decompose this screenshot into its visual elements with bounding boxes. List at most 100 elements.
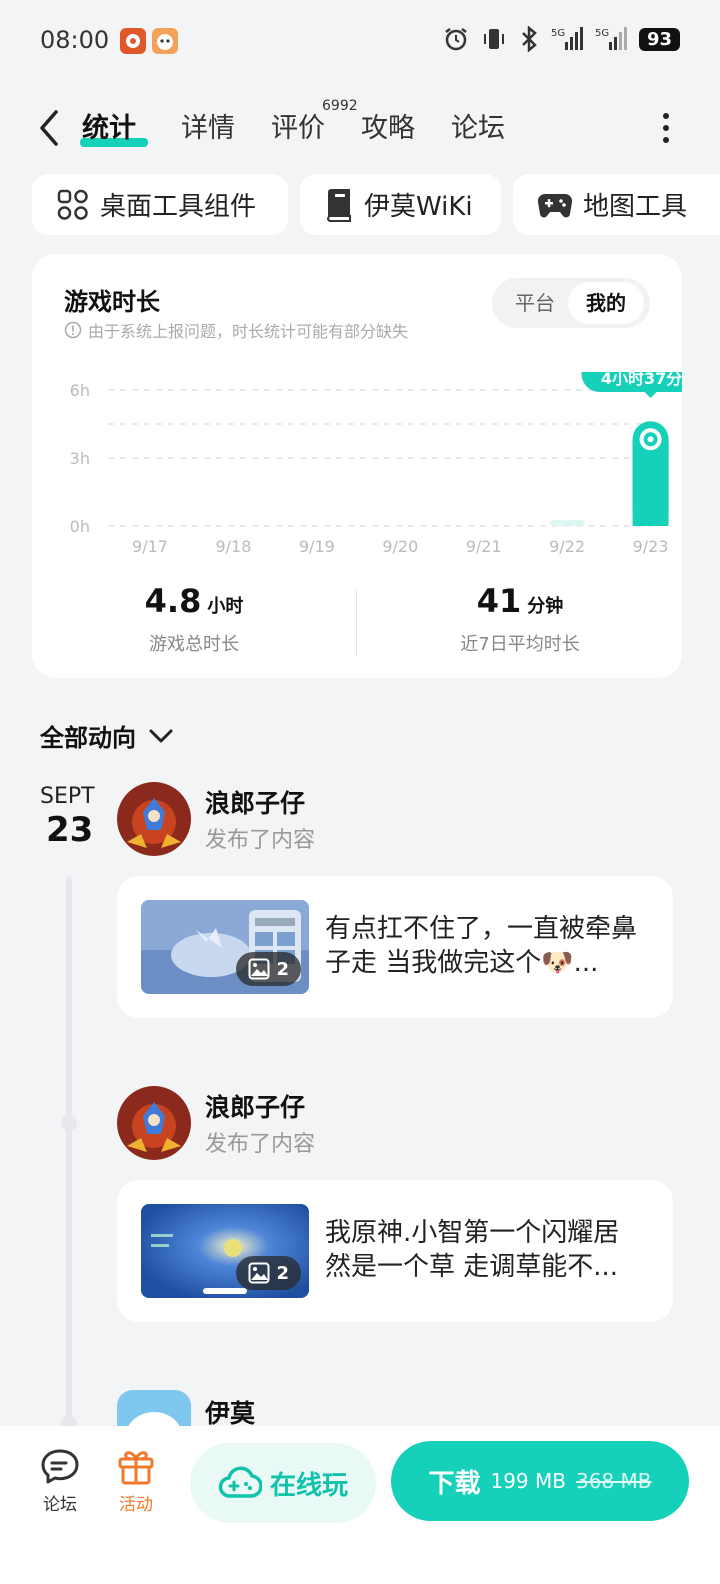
post-card[interactable]: 2 我原神.小智第一个闪耀居然是一个草 走调草能不... xyxy=(117,1180,673,1322)
more-options-icon[interactable] xyxy=(660,110,672,146)
average-playtime-value: 41 xyxy=(476,582,522,620)
bar xyxy=(632,439,669,526)
bar xyxy=(549,520,586,526)
info-icon xyxy=(64,321,82,339)
playtime-note: 由于系统上报问题，时长统计可能有部分缺失 xyxy=(64,318,408,342)
svg-text:5G: 5G xyxy=(551,28,565,39)
post-thumbnail[interactable]: 2 xyxy=(141,1204,309,1298)
cloud-gamepad-icon xyxy=(218,1466,262,1498)
activity-button[interactable]: 活动 xyxy=(106,1446,166,1515)
x-tick-label: 9/20 xyxy=(382,537,418,556)
image-count: 2 xyxy=(276,958,289,980)
shortcut-label: 地图工具 xyxy=(583,192,688,222)
playtime-note-text: 由于系统上报问题，时长统计可能有部分缺失 xyxy=(88,322,409,341)
x-tick-label: 9/22 xyxy=(549,537,585,556)
total-playtime: 4.8 小时 xyxy=(32,582,356,620)
music-app-icon xyxy=(120,28,146,54)
gift-icon xyxy=(118,1451,154,1485)
shortcut-label: 伊莫WiKi xyxy=(364,192,473,222)
author-name[interactable]: 浪郎子仔 xyxy=(205,1088,305,1124)
bar-tooltip-label: 4小时37分钟 xyxy=(601,372,682,388)
alarm-icon xyxy=(445,28,467,51)
image-icon xyxy=(248,958,270,980)
post-action: 发布了内容 xyxy=(205,828,316,853)
bar-marker xyxy=(647,436,654,443)
activity-label: 活动 xyxy=(119,1495,153,1515)
download-original-size: 368 MB xyxy=(576,1469,652,1493)
svg-text:5G: 5G xyxy=(595,28,609,39)
image-count: 2 xyxy=(276,1262,289,1284)
y-tick-label: 6h xyxy=(70,381,90,400)
feed-filter-dropdown[interactable]: 全部动向 xyxy=(40,718,174,753)
chat-bubble-icon xyxy=(41,1449,79,1484)
stat-divider xyxy=(356,590,357,656)
shortcut-desktop-widgets[interactable]: 桌面工具组件 xyxy=(32,174,288,235)
playtime-bar-chart: 6h 3h 0h 9/17 9/18 9/19 9/20 9/21 9/22 4小时37分钟 9/2… xyxy=(70,372,682,556)
total-playtime-label: 游戏总时长 xyxy=(149,634,239,655)
image-icon xyxy=(248,1262,270,1284)
total-playtime-value: 4.8 xyxy=(144,582,202,620)
bar-tooltip-pointer xyxy=(644,392,657,398)
author-name[interactable]: 浪郎子仔 xyxy=(205,784,305,820)
author-name[interactable]: 伊莫 xyxy=(205,1394,255,1430)
toggle-mine[interactable]: 我的 xyxy=(568,282,644,324)
post-card[interactable]: 2 有点扛不住了，一直被牵鼻子走 当我做完这个🐶... xyxy=(117,876,673,1018)
book-icon xyxy=(326,188,351,222)
download-size: 199 MB xyxy=(490,1469,566,1493)
tab-reviews[interactable]: 评价 xyxy=(271,106,325,145)
signal-5g-icon: 5G xyxy=(595,27,627,50)
average-playtime: 41 分钟 xyxy=(358,582,682,620)
forum-label: 论坛 xyxy=(43,1495,77,1515)
download-button[interactable]: 下载 199 MB 368 MB xyxy=(391,1441,689,1521)
post-thumbnail[interactable]: 2 xyxy=(141,900,309,994)
author-avatar[interactable] xyxy=(117,1086,191,1160)
shortcut-wiki[interactable]: 伊莫WiKi xyxy=(300,174,501,235)
tab-forum[interactable]: 论坛 xyxy=(451,106,505,145)
image-count-badge: 2 xyxy=(236,1256,301,1290)
tab-details[interactable]: 详情 xyxy=(181,106,235,145)
author-avatar[interactable] xyxy=(117,782,191,856)
game-app-icon xyxy=(152,28,178,54)
y-tick-label: 3h xyxy=(70,449,90,468)
date-day: 23 xyxy=(46,810,94,850)
x-tick-label: 9/18 xyxy=(215,537,251,556)
y-tick-label: 0h xyxy=(70,517,90,536)
x-tick-label: 9/21 xyxy=(466,537,502,556)
forum-button[interactable]: 论坛 xyxy=(30,1448,90,1515)
shortcut-label: 桌面工具组件 xyxy=(100,192,257,222)
tab-guides[interactable]: 攻略 xyxy=(361,106,415,145)
timeline-line xyxy=(66,876,72,1436)
playtime-card: 游戏时长 由于系统上报问题，时长统计可能有部分缺失 平台 我的 6h 3h 0h 9/… xyxy=(32,254,682,678)
back-arrow-icon[interactable] xyxy=(34,108,64,148)
date-month: SEPT xyxy=(40,784,95,809)
bluetooth-icon xyxy=(522,26,537,52)
post-text: 我原神.小智第一个闪耀居然是一个草 走调草能不... xyxy=(325,1218,620,1282)
playtime-title: 游戏时长 xyxy=(64,288,160,316)
chevron-down-icon xyxy=(149,729,173,742)
x-tick-label: 9/19 xyxy=(299,537,335,556)
shortcut-map-tools[interactable]: 地图工具 xyxy=(513,174,720,235)
widgets-icon xyxy=(57,189,88,220)
post-text: 有点扛不住了，一直被牵鼻子走 当我做完这个🐶... xyxy=(325,914,638,978)
source-toggle[interactable]: 平台 我的 xyxy=(492,278,650,328)
tab-stats[interactable]: 统计 xyxy=(82,106,136,145)
post-action: 发布了内容 xyxy=(205,1132,316,1157)
status-time: 08:00 xyxy=(40,26,110,54)
average-playtime-unit: 分钟 xyxy=(527,596,564,617)
x-tick-label: 9/23 xyxy=(633,537,669,556)
status-icons: 5G 5G 93 xyxy=(443,26,680,52)
play-online-label: 在线玩 xyxy=(269,1470,348,1501)
signal-5g-icon: 5G xyxy=(551,27,583,50)
play-online-button[interactable]: 在线玩 xyxy=(190,1443,376,1523)
feed-filter-label: 全部动向 xyxy=(40,724,136,752)
toggle-platform[interactable]: 平台 xyxy=(502,278,568,328)
review-count-badge: 6992 xyxy=(322,98,358,114)
battery-indicator: 93 xyxy=(638,27,680,51)
total-playtime-unit: 小时 xyxy=(207,596,244,617)
average-playtime-label: 近7日平均时长 xyxy=(460,634,580,655)
timeline-dot xyxy=(61,1115,77,1131)
vibrate-icon xyxy=(483,29,504,49)
download-label: 下载 xyxy=(428,1468,481,1499)
x-tick-label: 9/17 xyxy=(132,537,168,556)
image-count-badge: 2 xyxy=(236,952,301,986)
